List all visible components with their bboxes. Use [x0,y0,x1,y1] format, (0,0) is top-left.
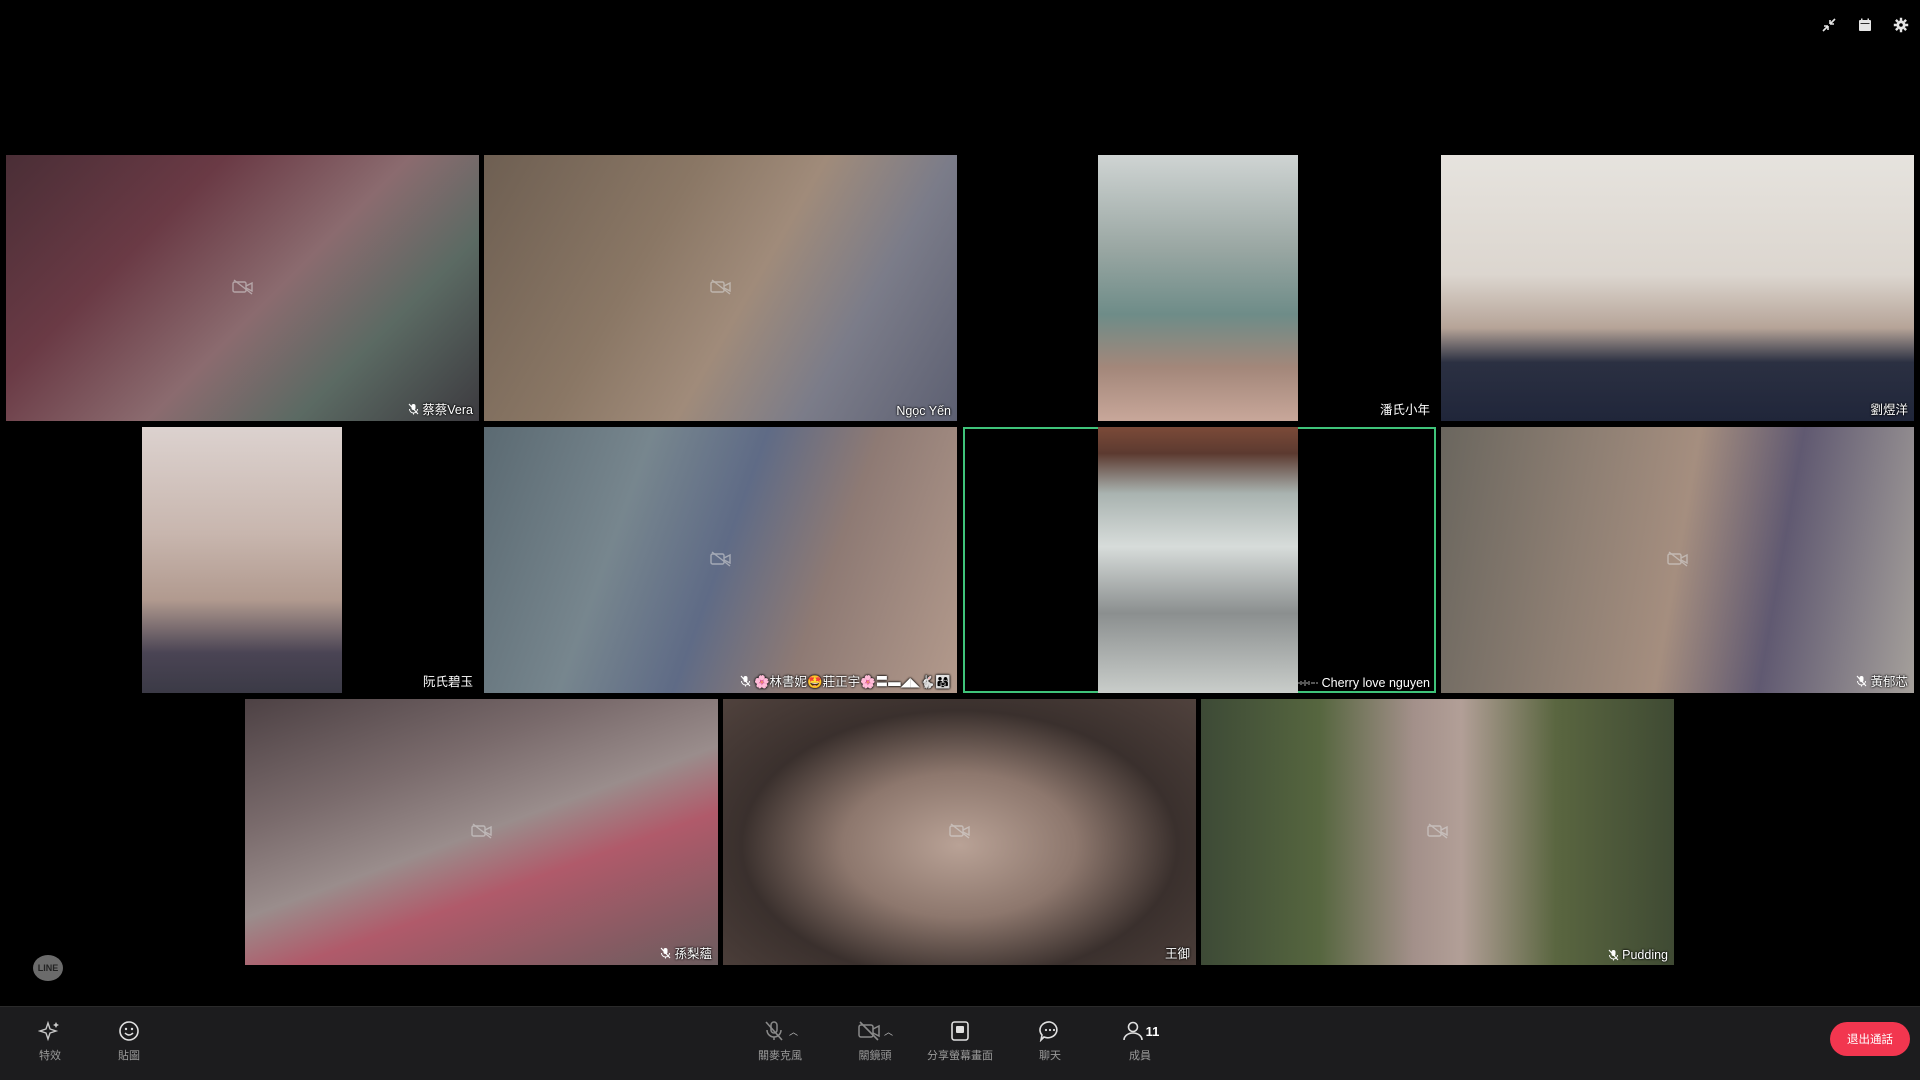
participant-nameplate: 黃郁芯 [1856,671,1908,690]
participant-name: Cherry love nguyen [1321,676,1430,690]
chat-button[interactable]: 聊天 [1015,1019,1085,1063]
share-screen-button[interactable]: 分享螢幕畫面 [925,1019,995,1063]
calendar-icon[interactable] [1854,14,1876,36]
minimize-icon[interactable] [1818,14,1840,36]
mic-off-icon [408,403,419,415]
leave-call-button[interactable]: 退出通話 [1830,1022,1910,1056]
line-logo: LINE [33,955,63,981]
video-feed [1441,155,1914,421]
participant-nameplate: Ngọc Yến [896,404,951,418]
sparkle-icon [38,1019,62,1043]
participant-name: 🌸林書妮🤩莊正宇🌸〓▬◢◣🐇👨‍👩‍👧 [753,675,951,689]
participant-nameplate: Pudding [1608,948,1668,962]
camera-toggle-button[interactable]: ︿ 關鏡頭 [840,1019,910,1063]
participant-tile[interactable]: 🌸林書妮🤩莊正宇🌸〓▬◢◣🐇👨‍👩‍👧 [484,427,957,693]
chevron-up-icon[interactable]: ︿ [789,1025,798,1038]
participant-name: 阮氏碧玉 [422,675,473,689]
participant-name: 孫梨蘊 [674,947,712,961]
mic-off-icon [765,1021,783,1041]
participant-name: 潘氏小年 [1379,403,1430,417]
participant-nameplate: Cherry love nguyen [1297,676,1430,690]
mic-off-icon [660,947,671,959]
members-count: 11 [1145,1023,1160,1039]
participant-nameplate: 阮氏碧玉 [423,671,473,690]
participant-name: 王御 [1164,947,1190,961]
participant-tile-speaking[interactable]: Cherry love nguyen [963,427,1436,693]
camera-off-icon [710,279,732,295]
person-icon [1122,1021,1143,1041]
participant-tile[interactable]: 潘氏小年 [963,155,1436,421]
participant-nameplate: 王御 [1165,943,1190,962]
camera-off-icon [858,1021,880,1041]
participant-tile[interactable]: 蔡蔡Vera [6,155,479,421]
mic-off-icon [1856,675,1867,687]
participant-tile[interactable]: 阮氏碧玉 [6,427,479,693]
participant-nameplate: 劉煜洋 [1870,399,1908,418]
gear-icon[interactable] [1890,14,1912,36]
participant-tile[interactable]: 王御 [723,699,1196,965]
video-feed [142,427,342,693]
mic-off-icon [1608,949,1619,961]
mic-toggle-button[interactable]: ︿ 關麥克風 [745,1019,815,1063]
participant-name: Pudding [1622,948,1668,962]
chat-bubble-icon [1038,1019,1062,1043]
stickers-button[interactable]: 貼圖 [94,1019,164,1063]
share-screen-icon [948,1019,972,1043]
call-toolbar: 特效 貼圖 ︿ 關麥克風 ︿ 關鏡頭 分享螢幕畫面 聊天 11 成員 退出通話 [0,1006,1920,1080]
mic-off-icon [740,675,751,687]
participant-tile[interactable]: 黃郁芯 [1441,427,1914,693]
camera-off-icon [949,823,971,839]
participant-tile[interactable]: 劉煜洋 [1441,155,1914,421]
video-feed [1098,427,1298,693]
participant-nameplate: 蔡蔡Vera [408,399,473,418]
video-feed [1098,155,1298,421]
participant-tile[interactable]: 孫梨蘊 [245,699,718,965]
chevron-up-icon[interactable]: ︿ [884,1025,893,1038]
top-controls [1818,14,1912,36]
camera-off-icon [1427,823,1449,839]
members-button[interactable]: 11 成員 [1105,1019,1175,1063]
participant-tile[interactable]: Pudding [1201,699,1674,965]
camera-off-icon [471,823,493,839]
participant-name: 蔡蔡Vera [422,403,473,417]
participant-nameplate: 潘氏小年 [1380,399,1430,418]
camera-off-icon [1667,551,1689,567]
participant-nameplate: 🌸林書妮🤩莊正宇🌸〓▬◢◣🐇👨‍👩‍👧 [740,671,951,690]
speaking-wave-icon [1297,680,1318,686]
camera-off-icon [710,551,732,567]
participant-name: 黃郁芯 [1870,675,1908,689]
participant-nameplate: 孫梨蘊 [660,943,712,962]
smiley-icon [117,1019,141,1043]
camera-off-icon [232,279,254,295]
participant-tile[interactable]: Ngọc Yến [484,155,957,421]
participant-name: 劉煜洋 [1870,403,1908,417]
participant-name: Ngọc Yến [896,404,951,418]
effects-button[interactable]: 特效 [15,1019,85,1063]
